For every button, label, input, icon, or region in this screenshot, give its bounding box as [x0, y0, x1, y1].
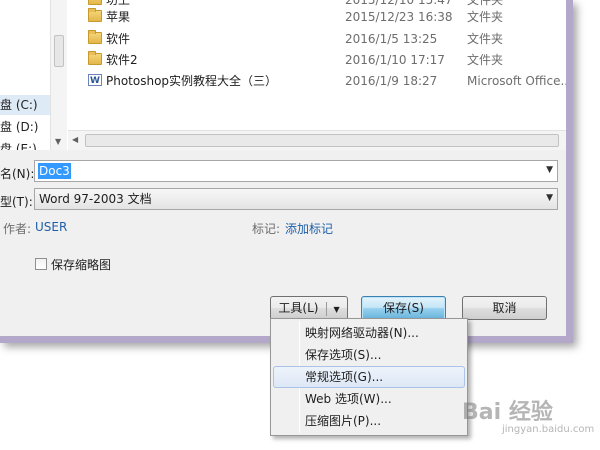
menu-item-compress-pictures[interactable]: 压缩图片(P)...: [273, 410, 465, 432]
file-row[interactable]: 软件2 2016/1/10 17:17 文件夹: [68, 49, 566, 71]
file-row[interactable]: Photoshop实例教程大全（三） 2016/1/9 18:27 Micros…: [68, 70, 566, 92]
file-list: 坊上 2015/12/10 15:47 文件夹 苹果 2015/12/23 16…: [68, 0, 566, 130]
filename-input[interactable]: Doc3 ▼: [34, 160, 558, 182]
file-row[interactable]: 软件 2016/1/5 13:25 文件夹: [68, 28, 566, 50]
file-type: 文件夹: [467, 53, 504, 67]
watermark-url: jingyan.baidu.com: [502, 424, 595, 435]
filetype-select[interactable]: Word 97-2003 文档 ▼: [34, 188, 558, 210]
file-list-horizontal-scrollbar[interactable]: ◀: [68, 130, 566, 150]
file-date: 2016/1/5 13:25: [345, 32, 438, 46]
chevron-down-icon[interactable]: ▼: [546, 193, 553, 203]
scroll-left-icon[interactable]: ◀: [72, 135, 78, 144]
nav-item-label: 盘 (D:): [0, 120, 39, 134]
tags-value[interactable]: 添加标记: [285, 220, 333, 237]
menu-item-web-options[interactable]: Web 选项(W)...: [273, 388, 465, 410]
author-value[interactable]: USER: [35, 220, 67, 234]
menu-item-general-options[interactable]: 常规选项(G)...: [273, 366, 465, 388]
file-name: Photoshop实例教程大全（三）: [106, 74, 278, 88]
folder-icon: [88, 8, 102, 22]
cancel-button-label: 取消: [492, 301, 517, 315]
nav-item-label: 盘 (C:): [0, 98, 38, 112]
file-date: 2016/1/9 18:27: [345, 74, 438, 88]
file-type: Microsoft Office...: [467, 74, 566, 88]
save-button[interactable]: 保存(S): [361, 296, 446, 320]
watermark-text: Bai 经验: [462, 400, 553, 425]
file-name: 软件: [106, 32, 131, 46]
save-thumbnail-label[interactable]: 保存缩略图: [51, 256, 111, 273]
menu-item-label: 映射网络驱动器(N)...: [305, 326, 419, 340]
tools-dropdown-menu: 映射网络驱动器(N)... 保存选项(S)... 常规选项(G)... Web …: [270, 318, 468, 436]
nav-scrollbar[interactable]: ▼: [50, 0, 67, 150]
save-button-label: 保存(S): [383, 301, 424, 315]
folder-icon: [88, 0, 102, 5]
tools-button[interactable]: 工具(L) ▼: [270, 296, 348, 320]
file-name: 软件2: [106, 53, 138, 67]
button-separator: [326, 301, 328, 316]
author-label: 作者:: [3, 222, 32, 236]
nav-item-drive-c[interactable]: 盘 (C:): [0, 95, 50, 115]
file-type: 文件夹: [467, 10, 504, 24]
file-date: 2016/1/10 17:17: [345, 53, 445, 67]
file-type: 文件夹: [467, 32, 504, 46]
chevron-down-icon[interactable]: ▼: [546, 165, 553, 175]
save-as-dialog: 盘 (C:) 盘 (D:) 盘 (E:) ▼ 坊上 2015/12/10 15:…: [0, 0, 573, 343]
filetype-value: Word 97-2003 文档: [39, 192, 152, 206]
menu-item-map-network-drive[interactable]: 映射网络驱动器(N)...: [273, 322, 465, 344]
folder-icon: [88, 30, 102, 44]
nav-scrollbar-thumb[interactable]: [54, 35, 64, 67]
filetype-label: 型(T):: [0, 195, 33, 209]
navigation-pane: 盘 (C:) 盘 (D:) 盘 (E:): [0, 0, 50, 150]
file-name: 苹果: [106, 10, 131, 24]
filename-label: 名(N):: [0, 167, 35, 181]
folder-icon: [88, 51, 102, 65]
horizontal-scrollbar-thumb[interactable]: [85, 134, 559, 147]
scroll-down-icon[interactable]: ▼: [55, 137, 61, 146]
cancel-button[interactable]: 取消: [462, 296, 547, 320]
menu-item-label: 压缩图片(P)...: [305, 414, 382, 428]
file-row[interactable]: 苹果 2015/12/23 16:38 文件夹: [68, 6, 566, 28]
dialog-body: 盘 (C:) 盘 (D:) 盘 (E:) ▼ 坊上 2015/12/10 15:…: [0, 0, 566, 336]
save-thumbnail-checkbox[interactable]: [35, 258, 47, 270]
nav-item-drive-e[interactable]: 盘 (E:): [0, 139, 37, 150]
menu-item-label: 常规选项(G)...: [305, 370, 384, 384]
menu-item-save-options[interactable]: 保存选项(S)...: [273, 344, 465, 366]
chevron-down-icon: ▼: [333, 305, 340, 314]
tools-button-label: 工具(L): [278, 301, 319, 315]
nav-item-drive-d[interactable]: 盘 (D:): [0, 117, 38, 137]
nav-item-label: 盘 (E:): [0, 142, 37, 150]
baidu-watermark: Bai 经验 jingyan.baidu.com: [462, 392, 596, 442]
filename-value: Doc3: [38, 163, 71, 179]
menu-item-label: Web 选项(W)...: [305, 392, 392, 406]
tags-label: 标记:: [252, 222, 281, 236]
word-doc-icon: [88, 70, 102, 92]
file-browser: 盘 (C:) 盘 (D:) 盘 (E:) ▼ 坊上 2015/12/10 15:…: [0, 0, 566, 150]
menu-item-label: 保存选项(S)...: [305, 348, 382, 362]
file-date: 2015/12/23 16:38: [345, 10, 453, 24]
